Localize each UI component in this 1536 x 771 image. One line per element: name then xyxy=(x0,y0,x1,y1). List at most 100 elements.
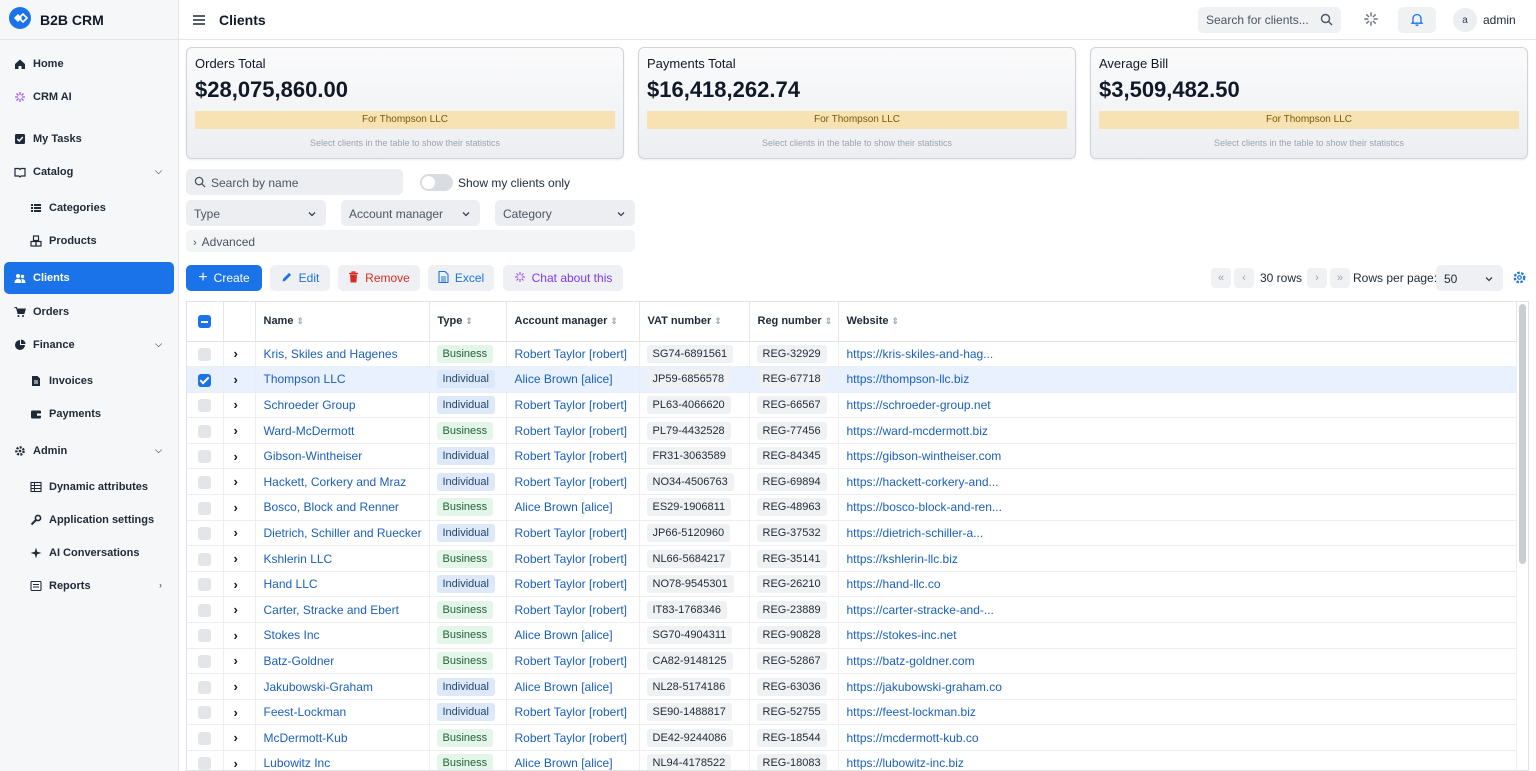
my-clients-toggle[interactable] xyxy=(420,174,453,191)
table-row[interactable]: › Jakubowski-Graham Individual Alice Brown … xyxy=(187,673,1517,700)
website-link[interactable]: https://kshlerin-llc.biz xyxy=(847,552,958,566)
remove-button[interactable]: Remove xyxy=(338,265,420,291)
account-manager-link[interactable]: Alice Brown [alice] xyxy=(515,680,613,694)
table-row[interactable]: › Carter, Stracke and Ebert Business Robert… xyxy=(187,596,1517,624)
client-name-link[interactable]: Dietrich, Schiller and Ruecker xyxy=(264,526,422,540)
row-checkbox[interactable] xyxy=(198,450,211,464)
chevron-down-icon[interactable]: ⌵ xyxy=(155,445,162,456)
category-filter-select[interactable]: Category xyxy=(495,200,635,226)
website-link[interactable]: https://jakubowski-graham.co xyxy=(847,680,1002,694)
brand[interactable]: B2B CRM xyxy=(0,0,178,40)
column-header-website[interactable]: Website ⇕ xyxy=(838,302,1517,342)
sidebar-item-invoices[interactable]: Invoices xyxy=(4,365,174,397)
sidebar-item-products[interactable]: Products xyxy=(4,225,174,257)
row-checkbox[interactable] xyxy=(198,731,211,745)
chevron-right-icon[interactable]: › xyxy=(234,551,238,566)
sidebar-item-my-tasks[interactable]: My Tasks xyxy=(4,123,174,155)
chevron-right-icon[interactable]: › xyxy=(234,653,238,668)
account-manager-link[interactable]: Robert Taylor [robert] xyxy=(515,398,628,412)
table-row[interactable]: › Lubowitz Inc Business Alice Brown [alice]… xyxy=(187,750,1517,770)
row-checkbox[interactable] xyxy=(198,373,211,387)
table-row[interactable]: › Ward-McDermott Business Robert Taylor [ro… xyxy=(187,417,1517,444)
sidebar-item-orders[interactable]: Orders xyxy=(4,296,174,328)
name-search-input[interactable]: Search by name xyxy=(186,169,403,195)
vertical-scrollbar[interactable] xyxy=(1519,304,1526,564)
prev-page-button[interactable]: ‹ xyxy=(1234,268,1254,288)
website-link[interactable]: https://bosco-block-and-ren... xyxy=(847,500,1002,514)
sidebar-item-payments[interactable]: Payments xyxy=(4,398,174,430)
chevron-right-icon[interactable]: › xyxy=(234,500,238,515)
menu-icon[interactable] xyxy=(192,13,206,30)
chevron-right-icon[interactable]: › xyxy=(234,577,238,592)
chevron-right-icon[interactable]: › xyxy=(234,423,238,438)
client-name-link[interactable]: McDermott-Kub xyxy=(264,731,348,745)
row-checkbox[interactable] xyxy=(198,680,211,694)
account-manager-link[interactable]: Alice Brown [alice] xyxy=(515,756,613,770)
last-page-button[interactable]: » xyxy=(1330,268,1350,288)
table-row[interactable]: › Stokes Inc Business Alice Brown [alice] SG… xyxy=(187,622,1517,649)
website-link[interactable]: https://stokes-inc.net xyxy=(847,628,957,642)
excel-export-button[interactable]: Excel xyxy=(428,265,494,291)
account-manager-link[interactable]: Robert Taylor [robert] xyxy=(515,654,628,668)
row-checkbox[interactable] xyxy=(198,603,211,617)
table-row[interactable]: › Kris, Skiles and Hagenes Business Robert … xyxy=(187,341,1517,368)
website-link[interactable]: https://lubowitz-inc.biz xyxy=(847,756,964,770)
website-link[interactable]: https://thompson-llc.biz xyxy=(847,372,970,386)
account-manager-link[interactable]: Robert Taylor [robert] xyxy=(515,731,628,745)
row-checkbox[interactable] xyxy=(198,475,211,489)
column-header-vat-number[interactable]: VAT number ⇕ xyxy=(639,302,750,342)
account-manager-link[interactable]: Robert Taylor [robert] xyxy=(515,603,628,617)
account-manager-link[interactable]: Robert Taylor [robert] xyxy=(515,526,628,540)
table-settings-gear-icon[interactable] xyxy=(1512,270,1527,288)
row-checkbox[interactable] xyxy=(198,629,211,643)
sidebar-item-categories[interactable]: Categories xyxy=(4,192,174,224)
sidebar-item-admin[interactable]: Admin ⌵ xyxy=(4,435,174,467)
account-manager-filter-select[interactable]: Account manager xyxy=(341,200,480,226)
client-name-link[interactable]: Stokes Inc xyxy=(264,628,320,642)
column-header-reg-number[interactable]: Reg number ⇕ xyxy=(749,302,839,342)
sidebar-item-dynamic-attributes[interactable]: Dynamic attributes xyxy=(4,471,174,503)
create-button[interactable]: + Create xyxy=(186,265,262,291)
website-link[interactable]: https://carter-stracke-and-... xyxy=(847,603,994,617)
chevron-right-icon[interactable]: › xyxy=(234,679,238,694)
account-manager-link[interactable]: Robert Taylor [robert] xyxy=(515,424,628,438)
column-header-account-manager[interactable]: Account manager ⇕ xyxy=(506,302,640,342)
account-manager-link[interactable]: Alice Brown [alice] xyxy=(515,628,613,642)
client-name-link[interactable]: Ward-McDermott xyxy=(264,424,355,438)
sidebar-item-ai-conversations[interactable]: AI Conversations xyxy=(4,537,174,569)
sidebar-item-home[interactable]: Home xyxy=(4,48,174,80)
table-row[interactable]: › Thompson LLC Individual Alice Brown [alic… xyxy=(187,366,1517,393)
chevron-right-icon[interactable]: › xyxy=(234,397,238,412)
row-checkbox[interactable] xyxy=(198,347,211,361)
chevron-right-icon[interactable]: › xyxy=(234,602,238,617)
website-link[interactable]: https://dietrich-schiller-a... xyxy=(847,526,984,540)
client-name-link[interactable]: Hand LLC xyxy=(264,577,318,591)
table-row[interactable]: › Feest-Lockman Individual Robert Taylor [r… xyxy=(187,699,1517,726)
website-link[interactable]: https://ward-mcdermott.biz xyxy=(847,424,988,438)
type-filter-select[interactable]: Type xyxy=(186,200,326,226)
row-checkbox[interactable] xyxy=(198,655,211,669)
client-name-link[interactable]: Carter, Stracke and Ebert xyxy=(264,603,399,617)
table-row[interactable]: › Batz-Goldner Business Robert Taylor [robe… xyxy=(187,648,1517,675)
chevron-right-icon[interactable]: › xyxy=(234,756,238,770)
user-menu[interactable]: a admin xyxy=(1453,7,1516,33)
table-row[interactable]: › Hackett, Corkery and Mraz Individual Robe… xyxy=(187,468,1517,496)
website-link[interactable]: https://mcdermott-kub.co xyxy=(847,731,979,745)
column-header-type[interactable]: Type ⇕ xyxy=(429,302,507,342)
edit-button[interactable]: Edit xyxy=(270,265,330,291)
website-link[interactable]: https://gibson-wintheiser.com xyxy=(847,449,1002,463)
chevron-right-icon[interactable]: › xyxy=(234,474,238,489)
client-name-link[interactable]: Kris, Skiles and Hagenes xyxy=(264,347,398,361)
table-row[interactable]: › McDermott-Kub Business Robert Taylor [rob… xyxy=(187,724,1517,751)
account-manager-link[interactable]: Robert Taylor [robert] xyxy=(515,552,628,566)
first-page-button[interactable]: « xyxy=(1211,268,1231,288)
client-name-link[interactable]: Jakubowski-Graham xyxy=(264,680,373,694)
website-link[interactable]: https://hackett-corkery-and... xyxy=(847,475,999,489)
table-row[interactable]: › Dietrich, Schiller and Ruecker Individua… xyxy=(187,520,1517,547)
column-header-name[interactable]: Name ⇕ xyxy=(255,302,430,342)
row-checkbox[interactable] xyxy=(198,552,211,566)
table-row[interactable]: › Gibson-Wintheiser Individual Robert Taylo… xyxy=(187,443,1517,470)
row-checkbox[interactable] xyxy=(198,501,211,515)
account-manager-link[interactable]: Robert Taylor [robert] xyxy=(515,347,628,361)
chevron-right-icon[interactable]: › xyxy=(234,525,238,540)
